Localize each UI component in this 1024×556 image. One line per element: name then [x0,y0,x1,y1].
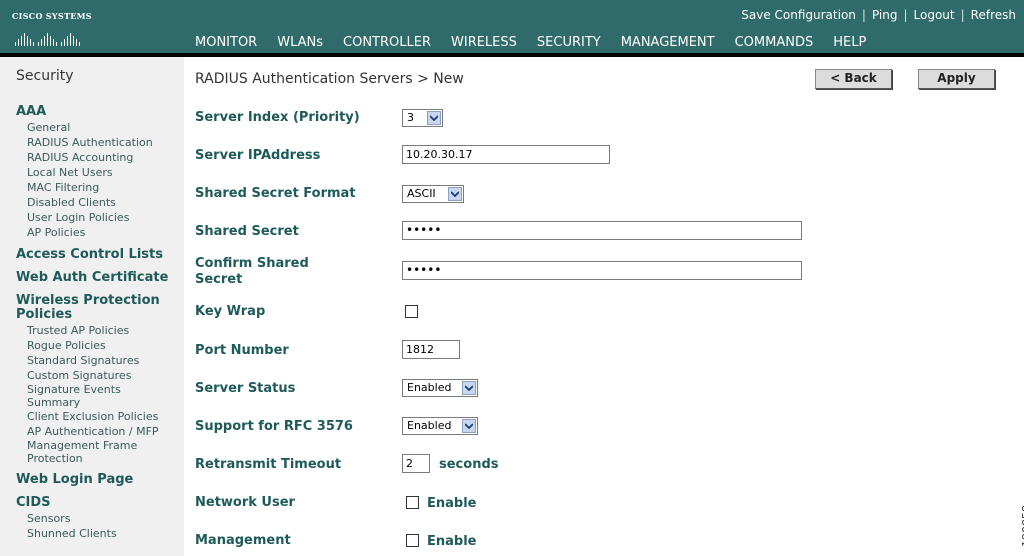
server-ip-label: Server IPAddress [195,148,321,163]
top-header: Cisco Systems Save Configuration | Ping | Lo… [0,0,1024,57]
server-status-value: Enabled [407,381,452,394]
nav-commands[interactable]: COMMANDS [725,34,824,53]
server-index-select[interactable]: 3 [402,109,443,127]
refresh-link[interactable]: Refresh [971,8,1016,22]
sidebar-item-trusted-ap-policies[interactable]: Trusted AP Policies [27,324,177,337]
shared-secret-label: Shared Secret [195,224,299,239]
key-wrap-label: Key Wrap [195,304,266,319]
network-user-checkbox[interactable] [406,496,419,509]
sidebar-item-rogue-policies[interactable]: Rogue Policies [27,339,177,352]
shared-secret-input[interactable]: ••••• [402,221,802,240]
nav-help[interactable]: HELP [823,34,876,53]
port-number-label: Port Number [195,343,289,358]
ping-link[interactable]: Ping [872,8,898,22]
back-button[interactable]: < Back [815,69,892,89]
retransmit-timeout-label: Retransmit Timeout [195,457,342,472]
port-number-input[interactable]: 1812 [402,340,460,359]
apply-button[interactable]: Apply [918,69,995,89]
sidebar-item-ap-authentication-mfp[interactable]: AP Authentication / MFP [27,425,177,438]
server-status-select[interactable]: Enabled [402,379,478,397]
nav-wireless[interactable]: WIRELESS [441,34,527,53]
rfc3576-value: Enabled [407,419,452,432]
sidebar-title: Security [16,68,74,84]
cisco-bridge-icon [15,33,80,46]
chevron-down-icon [462,381,476,395]
cisco-logo: Cisco Systems [7,4,92,50]
sidebar-item-radius-authentication[interactable]: RADIUS Authentication [27,136,177,149]
main-nav: MONITOR WLANs CONTROLLER WIRELESS SECURI… [185,34,876,57]
sidebar-item-shunned-clients[interactable]: Shunned Clients [27,527,177,540]
sidebar-item-custom-signatures[interactable]: Custom Signatures [27,369,177,382]
top-links: Save Configuration | Ping | Logout | Refresh [741,8,1016,22]
chevron-down-icon [448,187,462,201]
management-checkbox[interactable] [406,534,419,547]
nav-monitor[interactable]: MONITOR [185,34,267,53]
confirm-shared-secret-label: Confirm Shared Secret [195,256,309,287]
sidebar-item-mac-filtering[interactable]: MAC Filtering [27,181,177,194]
sidebar: Security AAA General RADIUS Authenticati… [0,57,184,556]
management-enable-label: Enable [427,534,477,549]
figure-id: 190858 [1020,505,1024,547]
confirm-shared-secret-input[interactable]: ••••• [402,261,802,280]
sidebar-item-ap-policies[interactable]: AP Policies [27,226,177,239]
server-ip-input[interactable]: 10.20.30.17 [402,145,610,164]
sidebar-item-client-exclusion-policies[interactable]: Client Exclusion Policies [27,410,177,423]
sidebar-item-local-net-users[interactable]: Local Net Users [27,166,177,179]
sidebar-item-general[interactable]: General [27,121,177,134]
logout-link[interactable]: Logout [914,8,955,22]
network-user-label: Network User [195,495,295,510]
key-wrap-checkbox[interactable] [405,305,418,318]
rfc3576-select[interactable]: Enabled [402,417,478,435]
sidebar-item-user-login-policies[interactable]: User Login Policies [27,211,177,224]
sidebar-item-signature-events-summary[interactable]: Signature Events Summary [27,383,137,409]
chevron-down-icon [427,111,441,125]
sidebar-item-management-frame-protection[interactable]: Management Frame Protection [27,439,152,465]
server-status-label: Server Status [195,381,296,396]
sidebar-section-web-auth-certificate[interactable]: Web Auth Certificate [16,271,176,285]
save-configuration-link[interactable]: Save Configuration [741,8,856,22]
brand-name: Cisco Systems [12,11,92,21]
nav-controller[interactable]: CONTROLLER [333,34,441,53]
page-title: RADIUS Authentication Servers > New [195,71,464,87]
sidebar-section-aaa[interactable]: AAA [16,105,176,119]
rfc3576-label: Support for RFC 3576 [195,419,353,434]
sidebar-item-standard-signatures[interactable]: Standard Signatures [27,354,177,367]
retransmit-timeout-input[interactable]: 2 [402,454,430,473]
nav-management[interactable]: MANAGEMENT [611,34,725,53]
sidebar-section-wireless-protection-policies[interactable]: Wireless Protection Policies [16,294,176,322]
server-index-value: 3 [407,111,414,124]
sidebar-section-access-control-lists[interactable]: Access Control Lists [16,248,176,262]
shared-secret-format-select[interactable]: ASCII [402,185,464,203]
management-label: Management [195,533,291,548]
shared-secret-format-value: ASCII [407,187,436,200]
nav-wlans[interactable]: WLANs [267,34,333,53]
sidebar-section-cids[interactable]: CIDS [16,496,176,510]
sidebar-item-sensors[interactable]: Sensors [27,512,177,525]
chevron-down-icon [462,419,476,433]
sidebar-item-disabled-clients[interactable]: Disabled Clients [27,196,177,209]
network-user-enable-label: Enable [427,496,477,511]
shared-secret-format-label: Shared Secret Format [195,186,356,201]
sidebar-item-radius-accounting[interactable]: RADIUS Accounting [27,151,177,164]
server-index-label: Server Index (Priority) [195,110,360,125]
retransmit-unit: seconds [439,457,499,472]
sidebar-section-web-login-page[interactable]: Web Login Page [16,473,176,487]
